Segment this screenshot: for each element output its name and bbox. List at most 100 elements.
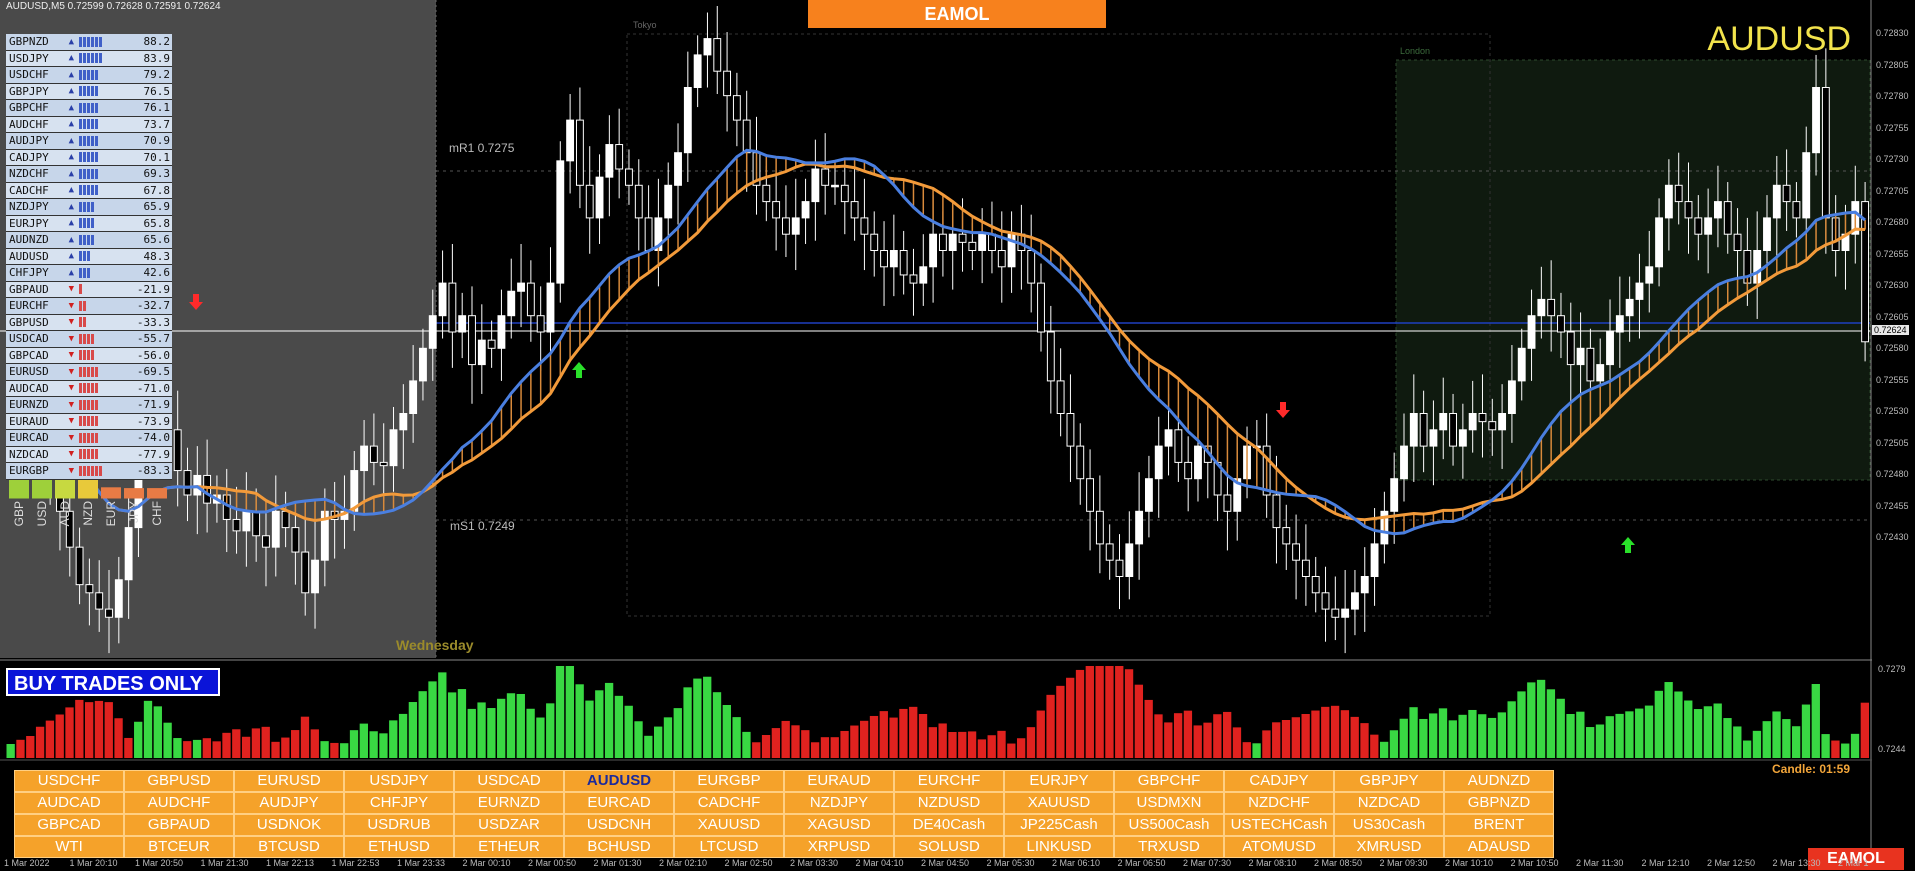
oscillator-bar (722, 705, 731, 758)
session-tokyo-label: Tokyo (633, 20, 657, 30)
symbol-button-cadchf[interactable]: CADCHF (674, 792, 784, 814)
candle-body (1684, 201, 1693, 219)
oscillator-bar (1291, 717, 1300, 758)
oscillator-bar (1733, 726, 1742, 758)
symbol-button-nzdusd[interactable]: NZDUSD (894, 792, 1004, 814)
symbol-button-nzdcad[interactable]: NZDCAD (1334, 792, 1444, 814)
symbol-button-euraud[interactable]: EURAUD (784, 770, 894, 792)
oscillator-bar (467, 708, 476, 758)
symbol-button-gbpjpy[interactable]: GBPJPY (1334, 770, 1444, 792)
up-chevron-icon: ▲ (69, 251, 129, 262)
symbol-button-eurnzd[interactable]: EURNZD (454, 792, 564, 814)
oscillator-bar (1644, 705, 1654, 758)
symbol-button-jp225cash[interactable]: JP225Cash (1004, 814, 1114, 836)
symbol-button-gbpaud[interactable]: GBPAUD (124, 814, 234, 836)
oscillator-bar (447, 692, 457, 758)
oscillator-bar (222, 732, 231, 758)
symbol-button-xagusd[interactable]: XAGUSD (784, 814, 894, 836)
symbol-button-btceur[interactable]: BTCEUR (124, 836, 234, 858)
symbol-button-xrpusd[interactable]: XRPUSD (784, 836, 894, 858)
down-chevron-icon: ▼ (69, 432, 129, 443)
symbol-button-ltcusd[interactable]: LTCUSD (674, 836, 784, 858)
strength-pair: GBPAUD (9, 282, 49, 296)
symbol-button-gbpchf[interactable]: GBPCHF (1114, 770, 1224, 792)
symbol-button-bchusd[interactable]: BCHUSD (564, 836, 674, 858)
symbol-button-solusd[interactable]: SOLUSD (894, 836, 1004, 858)
symbol-button-eurchf[interactable]: EURCHF (894, 770, 1004, 792)
symbol-button-eurgbp[interactable]: EURGBP (674, 770, 784, 792)
symbol-button-adausd[interactable]: ADAUSD (1444, 836, 1554, 858)
symbol-button-nzdjpy[interactable]: NZDJPY (784, 792, 894, 814)
down-chevron-icon: ▼ (69, 383, 129, 394)
oscillator-bar (1242, 742, 1251, 758)
symbol-button-gbpusd[interactable]: GBPUSD (124, 770, 234, 792)
symbol-button-chfjpy[interactable]: CHFJPY (344, 792, 454, 814)
candle-body (75, 546, 84, 586)
oscillator-bar (1036, 710, 1045, 758)
symbol-button-usdnok[interactable]: USDNOK (234, 814, 344, 836)
candle-body (1772, 184, 1781, 219)
symbol-button-atomusd[interactable]: ATOMUSD (1224, 836, 1334, 858)
symbol-button-audusd[interactable]: AUDUSD (564, 770, 674, 792)
symbol-button-usdcad[interactable]: USDCAD (454, 770, 564, 792)
candle-body (821, 168, 830, 186)
symbol-button-gbpnzd[interactable]: GBPNZD (1444, 792, 1554, 814)
current-price-tag: 0.72624 (1872, 325, 1909, 335)
symbol-button-usdchf[interactable]: USDCHF (14, 770, 124, 792)
oscillator-bar (977, 739, 987, 758)
symbol-button-audchf[interactable]: AUDCHF (124, 792, 234, 814)
symbol-button-ustechcash[interactable]: USTECHCash (1224, 814, 1334, 836)
symbol-button-audjpy[interactable]: AUDJPY (234, 792, 344, 814)
oscillator-bar (340, 743, 349, 758)
symbol-button-nzdchf[interactable]: NZDCHF (1224, 792, 1334, 814)
price-tick: 0.72730 (1876, 154, 1909, 164)
symbol-button-audcad[interactable]: AUDCAD (14, 792, 124, 814)
oscillator-bar (1026, 727, 1036, 758)
symbol-button-usdrub[interactable]: USDRUB (344, 814, 454, 836)
strength-row: GBPCHF ▲ 76.1 (6, 100, 172, 117)
candle-body (1370, 543, 1379, 578)
symbol-button-brent[interactable]: BRENT (1444, 814, 1554, 836)
symbol-button-usdjpy[interactable]: USDJPY (344, 770, 454, 792)
symbol-button-us30cash[interactable]: US30Cash (1334, 814, 1444, 836)
symbol-button-eurjpy[interactable]: EURJPY (1004, 770, 1114, 792)
oscillator-bar (1193, 725, 1202, 758)
symbol-button-wti[interactable]: WTI (14, 836, 124, 858)
symbol-button-xmrusd[interactable]: XMRUSD (1334, 836, 1444, 858)
symbol-button-eurcad[interactable]: EURCAD (564, 792, 674, 814)
symbol-button-trxusd[interactable]: TRXUSD (1114, 836, 1224, 858)
symbol-button-us500cash[interactable]: US500Cash (1114, 814, 1224, 836)
oscillator-bar (428, 681, 437, 758)
up-chevron-icon: ▲ (69, 185, 129, 196)
oscillator-bar (683, 687, 692, 758)
symbol-button-xauusd[interactable]: XAUUSD (1004, 792, 1114, 814)
symbol-button-usdmxn[interactable]: USDMXN (1114, 792, 1224, 814)
symbol-button-cadjpy[interactable]: CADJPY (1224, 770, 1334, 792)
candle-body (566, 119, 575, 162)
mt4-chart-window: AUDUSD,M5 0.72599 0.72628 0.72591 0.7262… (0, 0, 1915, 871)
down-chevron-icon: ▼ (69, 300, 129, 311)
main-price-chart[interactable] (0, 0, 1915, 871)
oscillator-bar (1262, 730, 1271, 758)
candle-body (1311, 576, 1320, 594)
strength-value: 48.3 (143, 249, 170, 263)
candle-body (938, 233, 947, 251)
candle-body (919, 266, 928, 284)
symbol-button-gbpcad[interactable]: GBPCAD (14, 814, 124, 836)
symbol-button-de40cash[interactable]: DE40Cash (894, 814, 1004, 836)
symbol-button-ethusd[interactable]: ETHUSD (344, 836, 454, 858)
symbol-button-btcusd[interactable]: BTCUSD (234, 836, 344, 858)
symbol-button-usdcnh[interactable]: USDCNH (564, 814, 674, 836)
symbol-button-audnzd[interactable]: AUDNZD (1444, 770, 1554, 792)
symbol-button-eurusd[interactable]: EURUSD (234, 770, 344, 792)
buy-arrow-icon (1621, 537, 1635, 553)
symbol-button-etheur[interactable]: ETHEUR (454, 836, 564, 858)
candle-body (1105, 543, 1114, 561)
symbol-button-usdzar[interactable]: USDZAR (454, 814, 564, 836)
symbol-button-xauusd[interactable]: XAUUSD (674, 814, 784, 836)
symbol-button-linkusd[interactable]: LINKUSD (1004, 836, 1114, 858)
oscillator-bar (143, 700, 153, 758)
strength-pair: AUDCAD (9, 381, 49, 395)
pair-strength-table: GBPNZD ▲ 88.2 USDJPY ▲ 83.9 USDCHF ▲ 79.2 GBPJPY ▲… (6, 34, 172, 480)
strength-pair: AUDJPY (9, 134, 49, 148)
